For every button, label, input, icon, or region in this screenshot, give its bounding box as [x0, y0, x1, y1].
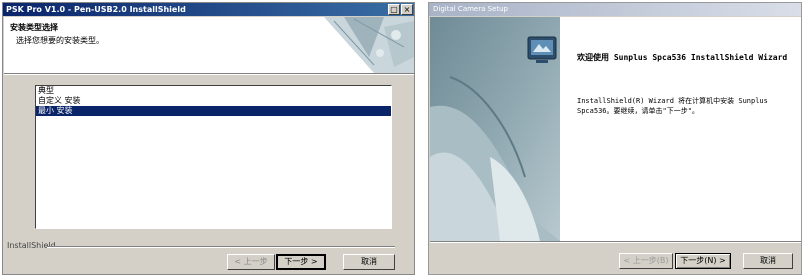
title-bar[interactable]: Digital Camera Setup	[429, 3, 801, 16]
welcome-heading: 欢迎使用 Sunplus Spca536 InstallShield Wizar…	[577, 53, 788, 62]
dialog-header: 安装类型选择 选择您想要的安装类型。	[4, 17, 414, 73]
window-title: Digital Camera Setup	[433, 5, 508, 13]
back-button[interactable]: < 上一步	[227, 254, 275, 270]
list-item[interactable]: 典型	[36, 86, 391, 96]
brand-separator	[47, 246, 395, 248]
cancel-button[interactable]: 取消	[343, 254, 395, 270]
next-button[interactable]: 下一步 >	[276, 254, 326, 270]
welcome-dialog: Digital Camera Setup 欢迎使用 Sunplus Spca53…	[428, 2, 802, 275]
header-separator	[4, 73, 414, 75]
header-subtitle: 选择您想要的安装类型。	[16, 36, 104, 45]
computer-setup-icon	[527, 36, 557, 63]
cancel-button[interactable]: 取消	[743, 253, 793, 269]
window-title: PSK Pro V1.0 - Pen-USB2.0 InstallShield	[6, 5, 186, 14]
header-title: 安装类型选择	[10, 23, 58, 32]
list-item[interactable]: 自定义 安装	[36, 96, 391, 106]
back-button[interactable]: < 上一步(B)	[619, 253, 673, 269]
wizard-content: 欢迎使用 Sunplus Spca536 InstallShield Wizar…	[560, 17, 801, 241]
maximize-button[interactable]: ▢	[388, 4, 400, 15]
next-button[interactable]: 下一步(N) >	[675, 253, 731, 269]
setup-type-list[interactable]: 典型 自定义 安装 最小 安装	[35, 85, 392, 229]
list-item-selected[interactable]: 最小 安装	[36, 106, 391, 116]
setup-type-dialog: PSK Pro V1.0 - Pen-USB2.0 InstallShield …	[2, 2, 415, 275]
header-banner-graphic	[324, 17, 414, 73]
title-bar[interactable]: PSK Pro V1.0 - Pen-USB2.0 InstallShield	[3, 3, 414, 16]
close-button[interactable]: ×	[401, 4, 413, 15]
welcome-body: InstallShield(R) Wizard 将在计算机中安装 Sunplus…	[577, 97, 768, 115]
button-separator	[430, 241, 801, 243]
